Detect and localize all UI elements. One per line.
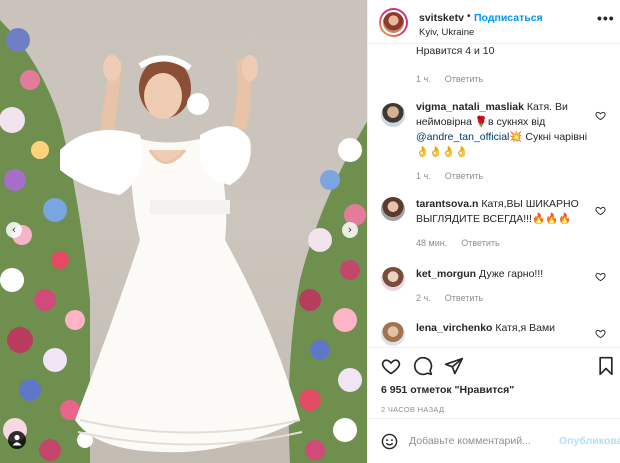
comment-body: Дуже гарно!!! — [479, 268, 544, 280]
like-comment-heart-icon[interactable] — [595, 205, 606, 216]
author-username[interactable]: svitsketv — [419, 12, 464, 24]
bookmark-icon[interactable] — [597, 356, 615, 376]
previous-photo-button[interactable]: ‹ — [6, 222, 22, 238]
comment-meta: 1 ч. Ответить — [416, 74, 483, 84]
comment-meta: 1 ч. Ответить — [416, 171, 483, 181]
tagged-people-button[interactable] — [8, 431, 26, 449]
comment-icon[interactable] — [413, 356, 433, 376]
heart-icon[interactable] — [381, 356, 401, 376]
comment-text: Нравится 4 и 10 — [416, 45, 495, 57]
photo-illustration — [0, 20, 367, 463]
likes-count[interactable]: 6 951 отметок "Нравится" — [381, 384, 514, 396]
comment-body: Сукні чарівні — [525, 131, 588, 143]
chevron-right-icon: › — [347, 223, 353, 236]
reply-button[interactable]: Ответить — [461, 238, 499, 248]
comment-time: 1 ч. — [416, 171, 431, 181]
chevron-left-icon: ‹ — [11, 223, 17, 236]
mention-link[interactable]: @andre_tan_official — [416, 131, 509, 143]
woman-in-white-dress — [60, 55, 303, 453]
next-photo-button[interactable]: › — [342, 222, 358, 238]
reply-button[interactable]: Ответить — [445, 293, 483, 303]
comment-text: lena_virchenko Катя,я Вами — [416, 321, 596, 336]
follow-button[interactable]: Подписаться — [474, 12, 543, 24]
commenter-avatar[interactable] — [381, 267, 405, 291]
comment-body: Катя,я Вами — [495, 322, 556, 334]
comment-body: в сукнях від — [487, 116, 546, 128]
flower-arrangement-left — [0, 20, 93, 463]
flower-arrangement-right — [288, 121, 367, 463]
post-photo[interactable]: ‹ › — [0, 0, 368, 463]
post-header: svitsketv • Подписаться Kyiv, Ukraine ••… — [369, 0, 620, 44]
ellipsis-icon: ••• — [597, 10, 615, 26]
comment-time: 48 мин. — [416, 238, 448, 248]
post-timestamp[interactable]: 2 ЧАСОВ НАЗАД — [381, 405, 444, 414]
comment-input[interactable] — [409, 432, 559, 450]
comment-text: tarantsova.n Катя,ВЫ ШИКАРНО ВЫГЛЯДИТЕ В… — [416, 197, 596, 227]
like-comment-heart-icon[interactable] — [595, 271, 606, 282]
comment-text: vigma_natali_masliak Катя. Ви неймовірна… — [416, 100, 596, 160]
comment-time: 2 ч. — [416, 293, 431, 303]
commenter-username[interactable]: ket_morgun — [416, 268, 476, 280]
author-avatar[interactable] — [379, 8, 408, 37]
more-options-button[interactable]: ••• — [597, 10, 615, 26]
smiley-icon[interactable] — [381, 433, 398, 450]
person-tag-icon — [12, 434, 22, 446]
commenter-avatar[interactable] — [381, 103, 405, 127]
comment-time: 1 ч. — [416, 74, 431, 84]
reply-button[interactable]: Ответить — [445, 74, 483, 84]
post-side-panel: svitsketv • Подписаться Kyiv, Ukraine ••… — [369, 0, 620, 463]
comment-emoji: 🌹 — [474, 116, 488, 128]
paper-plane-icon[interactable] — [444, 356, 464, 376]
comment-emoji: 👌👌👌👌 — [416, 146, 469, 158]
commenter-avatar[interactable] — [381, 197, 405, 221]
post-location[interactable]: Kyiv, Ukraine — [419, 27, 474, 38]
comment-list[interactable]: Нравится 4 и 10 1 ч. Ответить vigma_natal… — [369, 45, 620, 347]
commenter-avatar[interactable] — [381, 322, 405, 346]
commenter-username[interactable]: vigma_natali_masliak — [416, 101, 524, 113]
comment-meta: 2 ч. Ответить — [416, 293, 483, 303]
reply-button[interactable]: Ответить — [445, 171, 483, 181]
comment-emoji: 💥 — [509, 131, 523, 143]
like-comment-heart-icon[interactable] — [595, 110, 606, 121]
comment-meta: 48 мин. Ответить — [416, 238, 500, 248]
commenter-username[interactable]: tarantsova.n — [416, 198, 478, 210]
publish-comment-button[interactable]: Опубликовать — [559, 435, 620, 447]
like-comment-heart-icon[interactable] — [595, 328, 606, 339]
commenter-username[interactable]: lena_virchenko — [416, 322, 492, 334]
header-separator: • — [467, 11, 471, 22]
add-comment-bar: Опубликовать — [369, 418, 620, 463]
comment-emoji: 🔥🔥🔥 — [531, 213, 572, 225]
comment-text: ket_morgun Дуже гарно!!! — [416, 267, 596, 282]
